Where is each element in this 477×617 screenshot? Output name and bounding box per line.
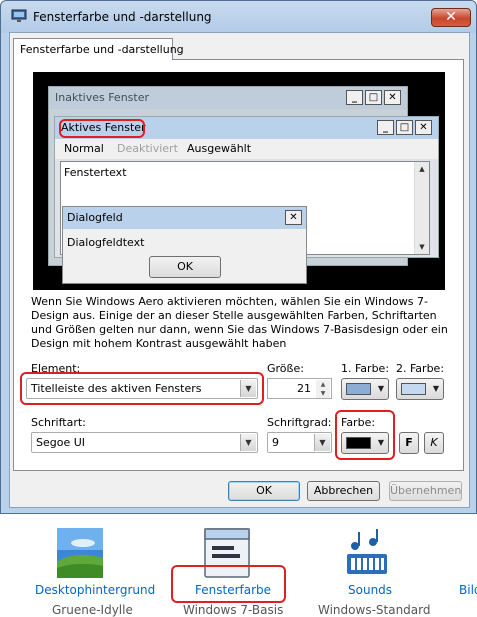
color2-swatch	[401, 383, 426, 395]
preview-scrollbar[interactable]: ▲ ▼	[414, 162, 429, 254]
desktop-background-label: Desktophintergrund	[35, 583, 156, 597]
highlight-font-color	[335, 410, 395, 460]
font-size-value: 9	[272, 436, 279, 449]
minimize-icon: _	[346, 90, 363, 105]
sounds-label: Sounds	[348, 583, 393, 597]
scroll-up-icon: ▲	[419, 165, 425, 173]
preview-inactive-caption-buttons: _ □ ✕	[346, 90, 401, 105]
size-value: 21	[297, 382, 311, 395]
menu-disabled[interactable]: Deaktiviert	[117, 142, 178, 155]
highlight-window-color	[171, 565, 286, 603]
title-bar[interactable]: Fensterfarbe und -darstellung ✕	[1, 1, 476, 33]
apply-button[interactable]: Übernehmen	[389, 481, 462, 501]
preview-inactive-title-text: Inaktives Fenster	[55, 91, 149, 104]
highlight-element-select	[20, 372, 264, 405]
size-spinner[interactable]: 21 ▲ ▼	[267, 378, 332, 399]
color1-label: 1. Farbe:	[341, 362, 390, 375]
font-size-label: Schriftgrad:	[267, 416, 332, 429]
preview-window-text: Fenstertext	[64, 166, 127, 179]
maximize-icon: □	[365, 90, 382, 105]
maximize-icon: □	[396, 120, 413, 135]
monitor-icon	[11, 9, 27, 22]
font-size-select[interactable]: 9 ▼	[267, 432, 332, 453]
close-icon: ✕	[384, 90, 401, 105]
ok-button[interactable]: OK	[228, 481, 300, 501]
color2-label: 2. Farbe:	[396, 362, 445, 375]
sounds-sub: Windows-Standard	[318, 603, 431, 617]
chevron-down-icon: ▼	[377, 384, 384, 393]
cancel-button[interactable]: Abbrechen	[307, 481, 380, 501]
highlight-active-title	[59, 119, 145, 138]
screensaver-label: Bild	[459, 583, 477, 597]
preview-menu-bar: Normal Deaktiviert Ausgewählt	[55, 139, 438, 159]
color1-swatch	[346, 383, 371, 395]
italic-button[interactable]: K	[424, 432, 444, 454]
color2-picker[interactable]: ▼	[396, 378, 444, 400]
font-label: Schriftart:	[31, 416, 86, 429]
bold-button[interactable]: F	[399, 432, 419, 454]
preview-dialog-text: Dialogfeldtext	[67, 236, 145, 249]
window-color-sub: Windows 7-Basis	[183, 603, 284, 617]
font-select-value: Segoe UI	[36, 436, 86, 449]
appearance-preview[interactable]: Inaktives Fenster _ □ ✕ Aktives Fenster …	[33, 72, 445, 290]
menu-normal[interactable]: Normal	[64, 142, 104, 155]
desktop-background-sub: Gruene-Idylle	[52, 603, 133, 617]
scroll-down-icon: ▼	[419, 243, 425, 251]
font-select[interactable]: Segoe UI ▼	[31, 432, 258, 453]
chevron-down-icon: ▼	[240, 434, 256, 451]
close-button[interactable]: ✕	[431, 8, 471, 27]
preview-dialog-ok-button[interactable]: OK	[149, 256, 221, 278]
music-notes-icon	[347, 529, 387, 574]
landscape-icon	[57, 528, 103, 578]
minimize-icon: _	[377, 120, 394, 135]
close-icon: ✕	[285, 210, 302, 225]
close-icon: ✕	[415, 120, 432, 135]
spin-down-icon[interactable]: ▼	[316, 389, 330, 398]
menu-selected[interactable]: Ausgewählt	[187, 142, 251, 155]
color1-picker[interactable]: ▼	[341, 378, 389, 400]
chevron-down-icon: ▼	[314, 434, 330, 451]
preview-dialog[interactable]: Dialogfeld ✕ Dialogfeldtext OK	[62, 206, 307, 284]
window-title: Fensterfarbe und -darstellung	[33, 10, 212, 24]
info-text: Wenn Sie Windows Aero aktivieren möchten…	[31, 295, 448, 350]
chevron-down-icon: ▼	[432, 384, 439, 393]
preview-active-caption-buttons: _ □ ✕	[377, 120, 432, 135]
tab-window-color[interactable]: Fensterfarbe und -darstellung	[13, 38, 184, 60]
spin-up-icon[interactable]: ▲	[316, 380, 330, 389]
preview-dialog-title: Dialogfeld	[63, 207, 306, 229]
size-label: Größe:	[267, 362, 304, 375]
